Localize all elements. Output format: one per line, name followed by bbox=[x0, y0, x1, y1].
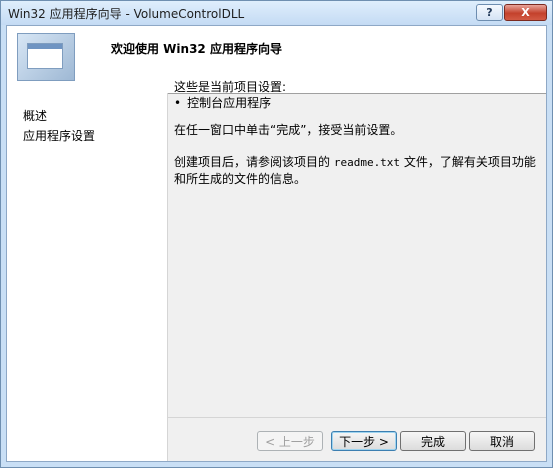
finish-button[interactable]: 完成 bbox=[400, 431, 466, 451]
cancel-button[interactable]: 取消 bbox=[469, 431, 535, 451]
wizard-window: Win32 应用程序向导 - VolumeControlDLL ? X 欢迎使用… bbox=[0, 0, 553, 468]
title-bar[interactable]: Win32 应用程序向导 - VolumeControlDLL ? X bbox=[1, 1, 552, 25]
readme-info: 创建项目后，请参阅该项目的 readme.txt 文件，了解有关项目功能和所生成… bbox=[174, 154, 538, 187]
settings-heading: 这些是当前项目设置: bbox=[174, 80, 287, 94]
help-button[interactable]: ? bbox=[476, 4, 503, 21]
finish-instruction: 在任一窗口中单击“完成”，接受当前设置。 bbox=[174, 123, 403, 137]
settings-bullet-item: 控制台应用程序 bbox=[174, 95, 538, 111]
nav-item-application-settings[interactable]: 应用程序设置 bbox=[23, 127, 95, 144]
close-button[interactable]: X bbox=[504, 4, 547, 21]
readme-info-before: 创建项目后，请参阅该项目的 bbox=[174, 155, 334, 169]
wizard-content: 这些是当前项目设置: 控制台应用程序 在任一窗口中单击“完成”，接受当前设置。 … bbox=[174, 79, 538, 187]
next-button[interactable]: 下一步 > bbox=[331, 431, 397, 451]
readme-filename: readme.txt bbox=[333, 156, 401, 169]
window-title: Win32 应用程序向导 - VolumeControlDLL bbox=[8, 7, 245, 21]
previous-button[interactable]: < 上一步 bbox=[257, 431, 323, 451]
wizard-window-icon bbox=[17, 33, 75, 81]
banner-title: 欢迎使用 Win32 应用程序向导 bbox=[111, 42, 282, 56]
button-separator bbox=[168, 417, 546, 418]
nav-item-overview[interactable]: 概述 bbox=[23, 107, 47, 124]
wizard-nav-pane: 概述 应用程序设置 bbox=[7, 93, 168, 461]
